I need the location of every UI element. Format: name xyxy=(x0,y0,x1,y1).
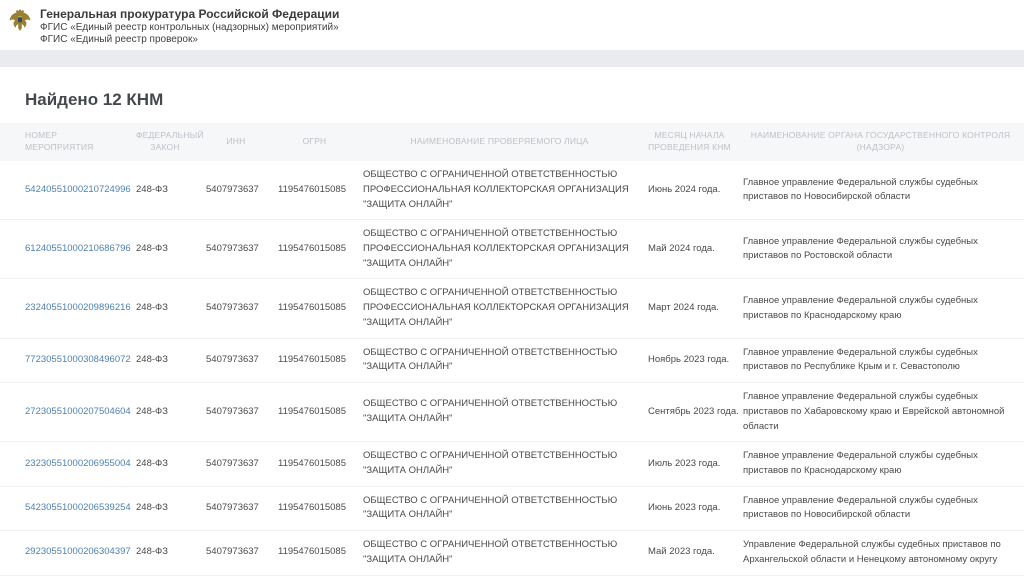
table-row: 61240551000210686796 248-ФЗ 5407973637 1… xyxy=(0,220,1024,279)
inspected-entity-cell: ОБЩЕСТВО С ОГРАНИЧЕННОЙ ОТВЕТСТВЕННОСТЬЮ… xyxy=(357,279,642,338)
inn-cell: 5407973637 xyxy=(200,442,272,486)
table-row: 27230551000207504604 248-ФЗ 5407973637 1… xyxy=(0,383,1024,442)
column-header-ogrn: ОГРН xyxy=(272,123,357,161)
event-number-cell: 29230551000206304397 xyxy=(0,531,130,575)
column-header-federal-law: Федеральный закон xyxy=(130,123,200,161)
column-header-control-authority: Наименование органа государственного кон… xyxy=(737,123,1024,161)
inn-cell: 5407973637 xyxy=(200,575,272,583)
system-registry-line-2: ФГИС «Единый реестр проверок» xyxy=(40,34,339,46)
control-authority-cell: Главное управление Федеральной службы су… xyxy=(737,575,1024,583)
inspected-entity-cell: ОБЩЕСТВО С ОГРАНИЧЕННОЙ ОТВЕТСТВЕННОСТЬЮ… xyxy=(357,531,642,575)
org-title: Генеральная прокуратура Российской Федер… xyxy=(40,7,339,22)
event-number-link[interactable]: 27230551000207504604 xyxy=(25,406,131,417)
control-authority-cell: Главное управление Федеральной службы су… xyxy=(737,338,1024,382)
event-number-link[interactable]: 23230551000206955004 xyxy=(25,458,131,469)
start-month-cell: Март 2024 года. xyxy=(642,279,737,338)
column-header-inn: ИНН xyxy=(200,123,272,161)
inn-cell: 5407973637 xyxy=(200,486,272,530)
federal-law-cell: 248-ФЗ xyxy=(130,338,200,382)
inspected-entity-cell: ОБЩЕСТВО С ОГРАНИЧЕННОЙ ОТВЕТСТВЕННОСТЬЮ… xyxy=(357,220,642,279)
federal-law-cell: 248-ФЗ xyxy=(130,279,200,338)
column-header-start-month: Месяц начала проведения КНМ xyxy=(642,123,737,161)
control-authority-cell: Главное управление Федеральной службы су… xyxy=(737,442,1024,486)
results-page: Найдено 12 КНМ Номер мероприятия Федерал… xyxy=(0,90,1024,583)
event-number-cell: 54240551000210724996 xyxy=(0,161,130,220)
table-row: 54240551000210724996 248-ФЗ 5407973637 1… xyxy=(0,161,1024,220)
ogrn-cell: 1195476015085 xyxy=(272,486,357,530)
ogrn-cell: 1195476015085 xyxy=(272,383,357,442)
event-number-link[interactable]: 23240551000209896216 xyxy=(25,302,131,313)
inspected-entity-cell: ОБЩЕСТВО С ОГРАНИЧЕННОЙ ОТВЕТСТВЕННОСТЬЮ… xyxy=(357,161,642,220)
ogrn-cell: 1195476015085 xyxy=(272,279,357,338)
table-row: 29230551000206304397 248-ФЗ 5407973637 1… xyxy=(0,531,1024,575)
inn-cell: 5407973637 xyxy=(200,383,272,442)
start-month-cell: Ноябрь 2023 года. xyxy=(642,338,737,382)
control-authority-cell: Главное управление Федеральной службы су… xyxy=(737,161,1024,220)
federal-law-cell: 248-ФЗ xyxy=(130,486,200,530)
event-number-cell: 27230551000207504604 xyxy=(0,383,130,442)
event-number-link[interactable]: 77230551000308496072 xyxy=(25,354,131,365)
results-table: Номер мероприятия Федеральный закон ИНН … xyxy=(0,123,1024,583)
ogrn-cell: 1195476015085 xyxy=(272,442,357,486)
federal-law-cell: 248-ФЗ xyxy=(130,220,200,279)
table-row: 02230551000205710072 248-ФЗ 5407973637 1… xyxy=(0,575,1024,583)
event-number-link[interactable]: 61240551000210686796 xyxy=(25,243,131,254)
federal-law-cell: 248-ФЗ xyxy=(130,442,200,486)
inspected-entity-cell: ОБЩЕСТВО С ОГРАНИЧЕННОЙ ОТВЕТСТВЕННОСТЬЮ… xyxy=(357,486,642,530)
column-header-event-number: Номер мероприятия xyxy=(0,123,130,161)
ogrn-cell: 1195476015085 xyxy=(272,338,357,382)
event-number-cell: 02230551000205710072 xyxy=(0,575,130,583)
event-number-link[interactable]: 29230551000206304397 xyxy=(25,546,131,557)
inn-cell: 5407973637 xyxy=(200,338,272,382)
results-count-title: Найдено 12 КНМ xyxy=(25,90,1024,110)
start-month-cell: Сентябрь 2023 года. xyxy=(642,383,737,442)
federal-law-cell: 248-ФЗ xyxy=(130,383,200,442)
event-number-cell: 54230551000206539254 xyxy=(0,486,130,530)
control-authority-cell: Главное управление Федеральной службы су… xyxy=(737,220,1024,279)
column-header-inspected-entity: Наименование проверяемого лица xyxy=(357,123,642,161)
event-number-cell: 23230551000206955004 xyxy=(0,442,130,486)
results-table-header: Номер мероприятия Федеральный закон ИНН … xyxy=(0,123,1024,161)
prosecutor-eagle-emblem-icon xyxy=(8,8,32,34)
system-registry-line-1: ФГИС «Единый реестр контрольных (надзорн… xyxy=(40,22,339,34)
federal-law-cell: 248-ФЗ xyxy=(130,575,200,583)
event-number-cell: 77230551000308496072 xyxy=(0,338,130,382)
header-divider-band xyxy=(0,50,1024,67)
results-table-body: 54240551000210724996 248-ФЗ 5407973637 1… xyxy=(0,161,1024,583)
event-number-link[interactable]: 54230551000206539254 xyxy=(25,502,131,513)
inn-cell: 5407973637 xyxy=(200,161,272,220)
table-row: 23240551000209896216 248-ФЗ 5407973637 1… xyxy=(0,279,1024,338)
control-authority-cell: Управление Федеральной службы судебных п… xyxy=(737,531,1024,575)
federal-law-cell: 248-ФЗ xyxy=(130,161,200,220)
ogrn-cell: 1195476015085 xyxy=(272,575,357,583)
table-row: 54230551000206539254 248-ФЗ 5407973637 1… xyxy=(0,486,1024,530)
start-month-cell: Июнь 2023 года. xyxy=(642,486,737,530)
start-month-cell: Апрель 2023 года. xyxy=(642,575,737,583)
site-header: Генеральная прокуратура Российской Федер… xyxy=(0,0,1024,50)
control-authority-cell: Главное управление Федеральной службы су… xyxy=(737,486,1024,530)
control-authority-cell: Главное управление Федеральной службы су… xyxy=(737,383,1024,442)
event-number-link[interactable]: 54240551000210724996 xyxy=(25,184,131,195)
event-number-cell: 61240551000210686796 xyxy=(0,220,130,279)
inspected-entity-cell: ОБЩЕСТВО С ОГРАНИЧЕННОЙ ОТВЕТСТВЕННОСТЬЮ… xyxy=(357,442,642,486)
table-row: 77230551000308496072 248-ФЗ 5407973637 1… xyxy=(0,338,1024,382)
event-number-cell: 23240551000209896216 xyxy=(0,279,130,338)
start-month-cell: Май 2024 года. xyxy=(642,220,737,279)
inspected-entity-cell: ОБЩЕСТВО С ОГРАНИЧЕННОЙ ОТВЕТСТВЕННОСТЬЮ… xyxy=(357,338,642,382)
inspected-entity-cell: ОБЩЕСТВО С ОГРАНИЧЕННОЙ ОТВЕТСТВЕННОСТЬЮ… xyxy=(357,575,642,583)
ogrn-cell: 1195476015085 xyxy=(272,161,357,220)
table-row: 23230551000206955004 248-ФЗ 5407973637 1… xyxy=(0,442,1024,486)
inn-cell: 5407973637 xyxy=(200,279,272,338)
ogrn-cell: 1195476015085 xyxy=(272,220,357,279)
ogrn-cell: 1195476015085 xyxy=(272,531,357,575)
start-month-cell: Июнь 2024 года. xyxy=(642,161,737,220)
inspected-entity-cell: ОБЩЕСТВО С ОГРАНИЧЕННОЙ ОТВЕТСТВЕННОСТЬЮ… xyxy=(357,383,642,442)
control-authority-cell: Главное управление Федеральной службы су… xyxy=(737,279,1024,338)
federal-law-cell: 248-ФЗ xyxy=(130,531,200,575)
inn-cell: 5407973637 xyxy=(200,220,272,279)
start-month-cell: Май 2023 года. xyxy=(642,531,737,575)
start-month-cell: Июль 2023 года. xyxy=(642,442,737,486)
inn-cell: 5407973637 xyxy=(200,531,272,575)
